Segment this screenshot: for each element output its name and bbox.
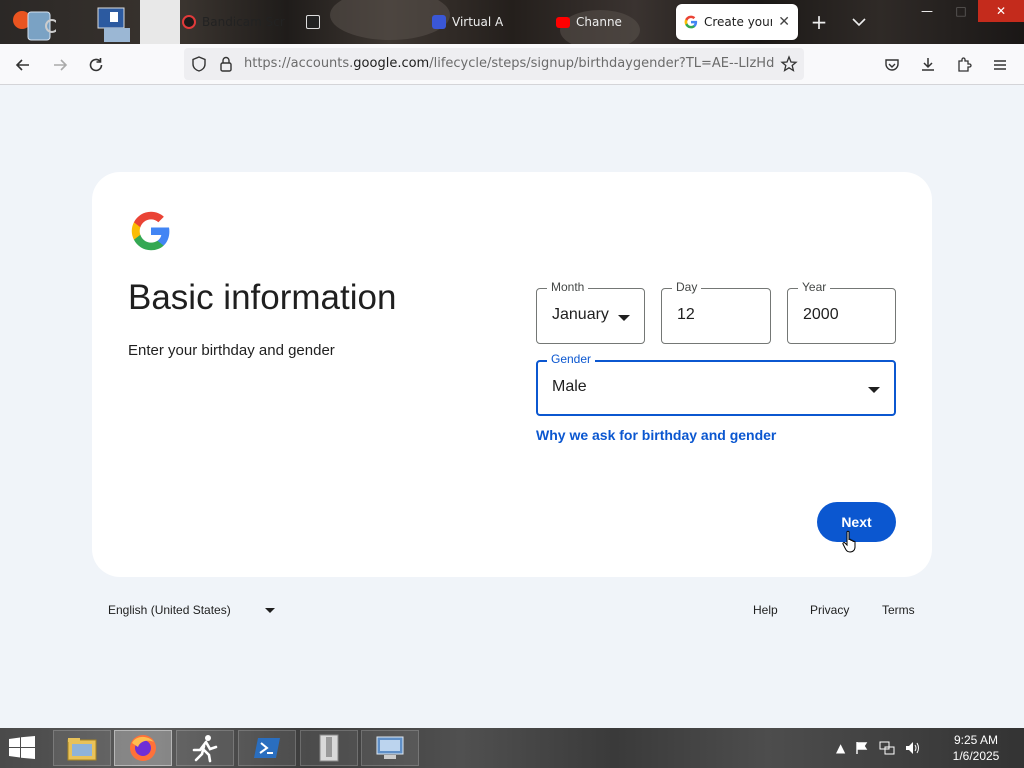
minimize-icon[interactable]: — xyxy=(910,0,944,22)
year-label: Year xyxy=(798,280,831,294)
extensions-icon[interactable] xyxy=(949,50,979,80)
signup-card: Basic information Enter your birthday an… xyxy=(92,172,932,577)
page-title: Basic information xyxy=(128,278,397,317)
windows-start-icon[interactable] xyxy=(8,736,36,760)
close-tab-icon[interactable]: ✕ xyxy=(778,14,790,30)
tab-youtube[interactable]: Channe xyxy=(556,0,622,44)
clock-time: 9:25 AM xyxy=(953,733,999,747)
recycle-bin-icon xyxy=(12,6,59,42)
background-patch xyxy=(140,0,180,44)
url-path: /lifecycle/steps/signup/birthdaygender?T… xyxy=(429,56,774,71)
gender-select[interactable]: Gender Male xyxy=(536,352,896,416)
hand-cursor-icon xyxy=(842,530,856,553)
day-value: 12 xyxy=(677,306,695,323)
show-hidden-icons-icon[interactable]: ▲ xyxy=(836,741,845,755)
terms-link[interactable]: Terms xyxy=(882,603,915,617)
why-we-ask-link[interactable]: Why we ask for birthday and gender xyxy=(536,427,776,443)
page-subtitle: Enter your birthday and gender xyxy=(128,342,335,359)
language-dropdown-arrow-icon[interactable] xyxy=(265,608,275,613)
reload-icon[interactable] xyxy=(81,50,111,80)
running-person-taskbar-icon[interactable] xyxy=(176,730,234,766)
window-close-icon[interactable]: ✕ xyxy=(978,0,1024,22)
year-field[interactable]: Year 2000 xyxy=(787,280,896,344)
gender-value: Male xyxy=(552,378,587,395)
forward-arrow-icon[interactable] xyxy=(45,50,75,80)
taskbar-clock[interactable]: 9:25 AM 1/6/2025 xyxy=(936,732,1016,764)
program-icon xyxy=(92,6,138,44)
day-field[interactable]: Day 12 xyxy=(661,280,771,344)
terminal-favicon-icon xyxy=(306,15,320,29)
tab-create-account[interactable]: Create your ✕ xyxy=(676,4,798,40)
gender-label: Gender xyxy=(547,352,596,366)
tab-label: Channe xyxy=(576,15,622,29)
tab-label: Bandicam Scr xyxy=(202,15,285,29)
virtual-favicon-icon xyxy=(432,15,446,29)
bandicam-favicon-icon xyxy=(182,15,196,29)
system-tray: ▲ xyxy=(836,732,921,764)
archive-taskbar-icon[interactable] xyxy=(300,730,358,766)
powershell-taskbar-icon[interactable] xyxy=(238,730,296,766)
navigation-bar: https://accounts.google.com/lifecycle/st… xyxy=(0,44,1024,85)
google-logo-icon xyxy=(131,211,170,251)
pocket-icon[interactable] xyxy=(877,50,907,80)
tab-bandicam[interactable]: Bandicam Scr xyxy=(182,0,285,44)
back-arrow-icon[interactable] xyxy=(8,50,38,80)
hamburger-menu-icon[interactable] xyxy=(985,50,1015,80)
tab-label: Virtual A xyxy=(452,15,504,29)
day-label: Day xyxy=(672,280,702,294)
file-explorer-taskbar-icon[interactable] xyxy=(53,730,111,766)
youtube-favicon-icon xyxy=(556,16,570,28)
tab-strip: Bandicam Scr Virtual A Channe Create you… xyxy=(0,0,1024,44)
tab-terminal[interactable] xyxy=(306,0,326,44)
firefox-taskbar-icon[interactable] xyxy=(114,730,172,766)
url-prefix: https://accounts. xyxy=(244,56,354,71)
privacy-link[interactable]: Privacy xyxy=(810,603,849,617)
dropdown-arrow-icon xyxy=(618,315,630,321)
google-favicon-icon xyxy=(684,15,698,29)
new-tab-button[interactable]: + xyxy=(806,8,832,36)
downloads-icon[interactable] xyxy=(913,50,943,80)
month-label: Month xyxy=(547,280,589,294)
help-link[interactable]: Help xyxy=(753,603,778,617)
lock-icon[interactable] xyxy=(218,55,234,77)
dropdown-arrow-icon xyxy=(868,387,880,393)
tab-label: Create your xyxy=(704,15,773,29)
month-value: January xyxy=(552,306,609,323)
month-select[interactable]: Month January xyxy=(536,280,645,344)
network-icon[interactable] xyxy=(879,741,895,755)
year-value: 2000 xyxy=(803,306,839,323)
speaker-volume-icon[interactable] xyxy=(905,741,921,755)
remote-desktop-taskbar-icon[interactable] xyxy=(361,730,419,766)
tab-virtual[interactable]: Virtual A xyxy=(432,0,503,44)
action-center-flag-icon[interactable] xyxy=(855,741,869,755)
list-all-tabs-chevron-icon[interactable] xyxy=(846,8,872,36)
url-domain: google.com xyxy=(353,56,430,71)
bookmark-star-icon[interactable] xyxy=(780,55,798,77)
language-select[interactable]: English (United States) xyxy=(108,603,231,617)
window-controls: — □ ✕ xyxy=(910,0,1024,22)
clock-date: 1/6/2025 xyxy=(952,749,1000,763)
address-bar[interactable]: https://accounts.google.com/lifecycle/st… xyxy=(184,48,804,80)
url-text[interactable]: https://accounts.google.com/lifecycle/st… xyxy=(244,56,774,71)
maximize-icon[interactable]: □ xyxy=(944,0,978,22)
tracking-protection-shield-icon[interactable] xyxy=(190,55,208,77)
